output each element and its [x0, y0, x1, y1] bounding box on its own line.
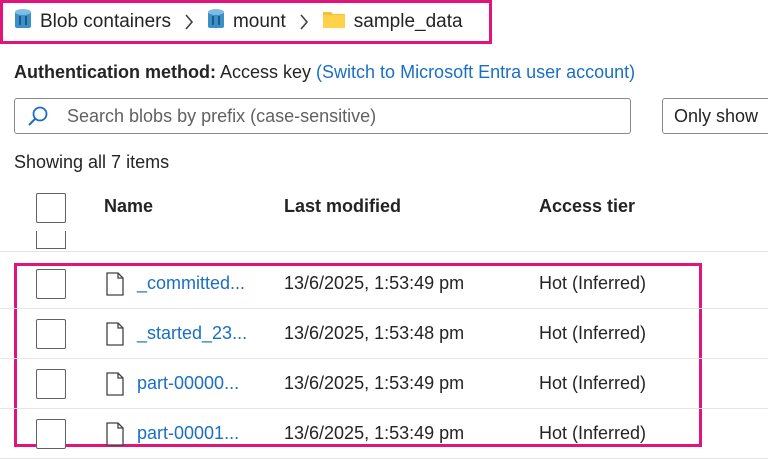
breadcrumb-item-blob-containers[interactable]: Blob containers — [14, 8, 171, 36]
last-modified: 13/6/2025, 1:53:48 pm — [284, 323, 465, 343]
row-checkbox[interactable] — [36, 269, 66, 299]
row-checkbox[interactable] — [36, 369, 66, 399]
storage-container-icon — [207, 8, 225, 36]
chevron-right-icon — [299, 14, 309, 30]
last-modified: 13/6/2025, 1:53:49 pm — [284, 373, 465, 393]
column-header-name[interactable]: Name — [104, 196, 153, 217]
access-tier: Hot (Inferred) — [539, 273, 647, 293]
breadcrumb-label: mount — [232, 11, 286, 32]
breadcrumb-label: sample_data — [353, 11, 463, 32]
row-checkbox[interactable] — [36, 419, 66, 449]
table-row[interactable]: _started_23... 13/6/2025, 1:53:48 pm Hot… — [0, 309, 768, 359]
last-modified: 13/6/2025, 1:53:49 pm — [284, 423, 465, 443]
blob-name-link[interactable]: part-00000... — [137, 373, 239, 394]
breadcrumb-label: Blob containers — [40, 11, 171, 32]
file-icon — [106, 422, 124, 451]
only-show-button[interactable]: Only show — [662, 98, 768, 134]
item-count: Showing all 7 items — [14, 152, 170, 172]
table-row[interactable]: part-00001... 13/6/2025, 1:53:49 pm Hot … — [0, 409, 768, 459]
auth-method: Authentication method: Access key (Switc… — [14, 62, 635, 83]
access-tier: Hot (Inferred) — [539, 323, 647, 343]
row-checkbox[interactable] — [36, 231, 66, 249]
search-input[interactable] — [67, 103, 617, 129]
blob-name-link[interactable]: part-00001... — [137, 423, 239, 444]
table-row-partial — [0, 231, 768, 252]
switch-auth-link[interactable]: (Switch to Microsoft Entra user account) — [316, 62, 635, 82]
auth-label: Authentication method: — [14, 62, 216, 82]
blob-name-link[interactable]: _started_23... — [137, 323, 247, 344]
breadcrumb: Blob containers mount sample_data — [14, 8, 463, 36]
folder-icon — [322, 9, 346, 35]
table-row[interactable]: part-00000... 13/6/2025, 1:53:49 pm Hot … — [0, 359, 768, 409]
last-modified: 13/6/2025, 1:53:49 pm — [284, 273, 465, 293]
breadcrumb-item-sample-data[interactable]: sample_data — [322, 9, 463, 35]
access-tier: Hot (Inferred) — [539, 423, 647, 443]
auth-value: Access key — [220, 62, 312, 82]
column-header-access-tier[interactable]: Access tier — [539, 196, 635, 217]
storage-container-icon — [14, 8, 32, 36]
access-tier: Hot (Inferred) — [539, 373, 647, 393]
table-row[interactable]: _committed... 13/6/2025, 1:53:49 pm Hot … — [0, 259, 768, 309]
file-icon — [106, 372, 124, 401]
blob-name-link[interactable]: _committed... — [137, 273, 245, 294]
column-header-last-modified[interactable]: Last modified — [284, 196, 401, 217]
search-box — [14, 98, 631, 134]
file-icon — [106, 322, 124, 351]
search-icon — [27, 106, 49, 133]
file-icon — [106, 272, 124, 301]
table-header: Name Last modified Access tier — [0, 186, 768, 230]
breadcrumb-item-mount[interactable]: mount — [207, 8, 286, 36]
select-all-checkbox[interactable] — [36, 193, 66, 223]
row-checkbox[interactable] — [36, 319, 66, 349]
chevron-right-icon — [184, 14, 194, 30]
